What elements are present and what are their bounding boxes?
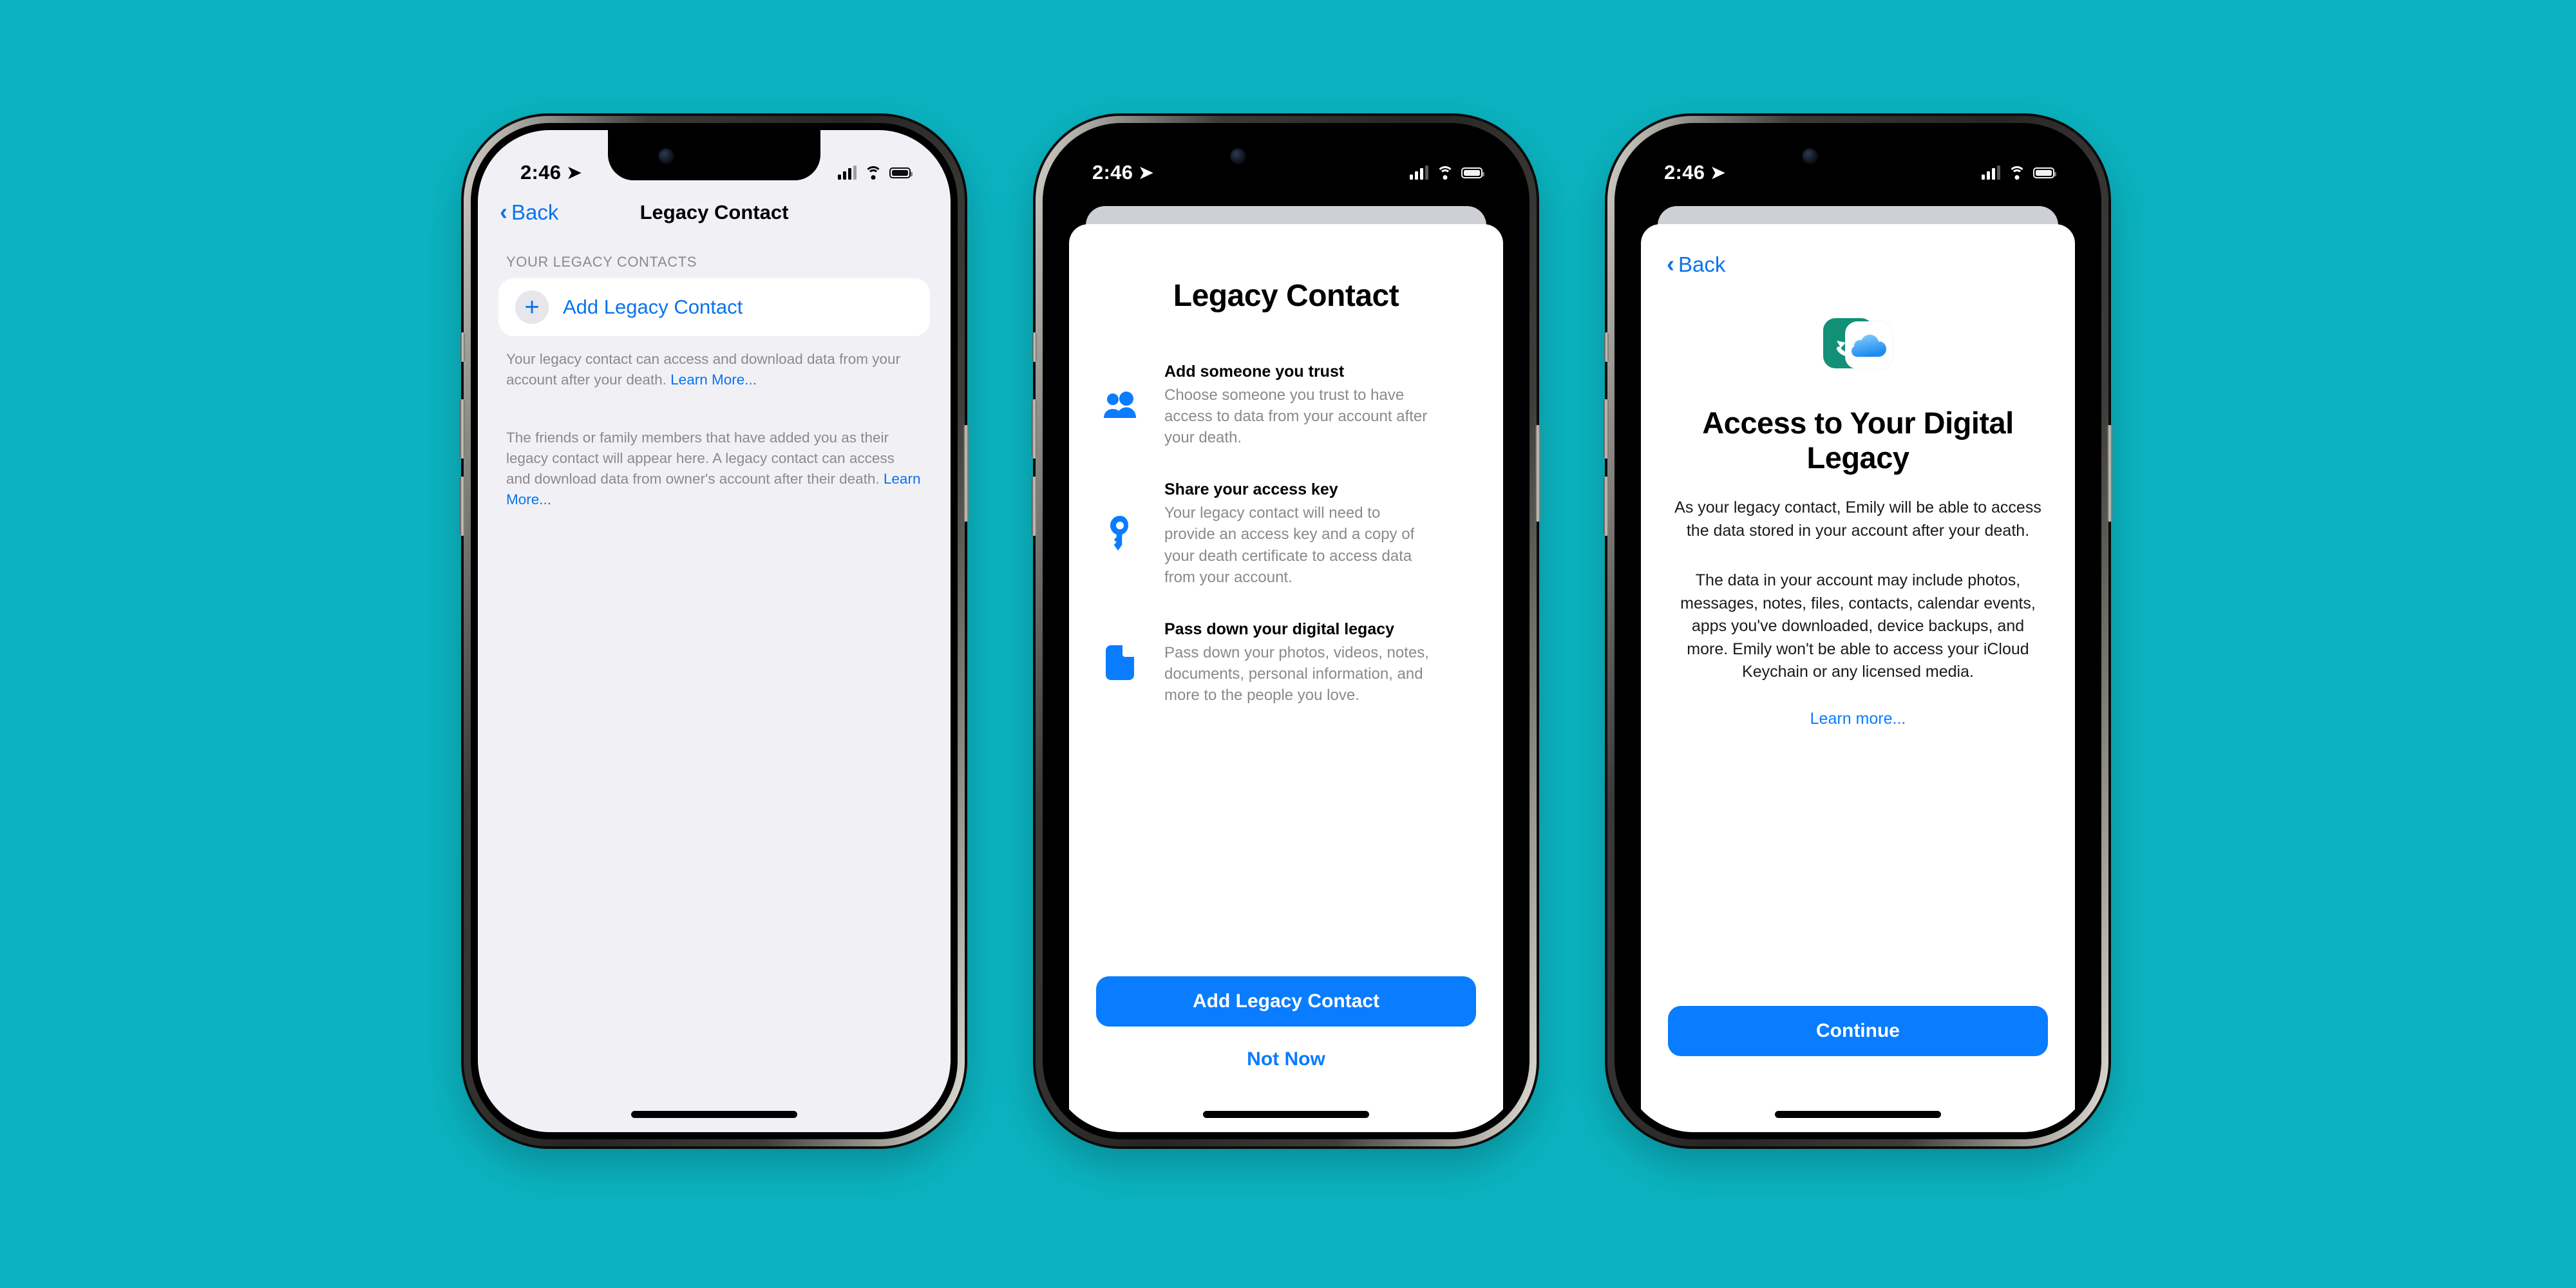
add-legacy-contact-row[interactable]: + Add Legacy Contact: [498, 278, 930, 336]
footnote-2-text: The friends or family members that have …: [506, 429, 895, 487]
cellular-signal-icon: [838, 166, 857, 180]
feature-heading-3: Pass down your digital legacy: [1164, 620, 1395, 638]
location-arrow-icon: ➤: [567, 162, 582, 182]
status-time-value-3: 2:46: [1664, 161, 1705, 184]
list-item: Add someone you trust Choose someone you…: [1096, 363, 1495, 448]
volume-down-button[interactable]: [460, 477, 465, 536]
wifi-icon-2: [1436, 166, 1454, 180]
list-item: Pass down your digital legacy Pass down …: [1096, 620, 1495, 706]
feature-body-3: Pass down your photos, videos, notes, do…: [1164, 643, 1429, 704]
location-arrow-icon-2: ➤: [1139, 162, 1154, 182]
footnote-1: Your legacy contact can access and downl…: [478, 336, 951, 390]
add-legacy-contact-button[interactable]: Add Legacy Contact: [1096, 976, 1476, 1027]
key-icon: [1096, 515, 1144, 553]
sheet-actions-2: Add Legacy Contact Not Now: [1069, 976, 1503, 1070]
section-header-legacy-contacts: YOUR LEGACY CONTACTS: [506, 254, 697, 270]
phone-device-1: 2:46 ➤ ‹ Back Legacy Contact YOUR LEGACY…: [460, 116, 969, 1146]
back-button-label-3: Back: [1678, 252, 1726, 276]
notch: [608, 130, 820, 180]
phone-bezel-2: 2:46 ➤ Legacy Contact Add someone you tr…: [1043, 123, 1530, 1139]
status-indicators: [838, 166, 913, 180]
battery-icon-2: [1461, 167, 1484, 178]
volume-up-button[interactable]: [460, 399, 465, 459]
silent-switch[interactable]: [460, 332, 465, 362]
wifi-icon: [864, 166, 882, 180]
continue-button[interactable]: Continue: [1668, 1006, 2048, 1056]
add-legacy-contact-label: Add Legacy Contact: [563, 296, 743, 318]
document-icon: [1096, 645, 1144, 681]
home-indicator-2[interactable]: [1203, 1111, 1369, 1118]
volume-down-button-2[interactable]: [1032, 477, 1037, 536]
learn-more-link-3[interactable]: Learn more...: [1641, 710, 2075, 728]
feature-heading-2: Share your access key: [1164, 480, 1338, 499]
chevron-left-icon-3: ‹: [1667, 250, 1674, 277]
silent-switch-2[interactable]: [1032, 332, 1037, 362]
status-time: 2:46 ➤: [520, 161, 582, 184]
power-button-2[interactable]: [1535, 425, 1540, 522]
notch-3: [1752, 130, 1964, 180]
notch-2: [1180, 130, 1392, 180]
feature-body-1: Choose someone you trust to have access …: [1164, 386, 1428, 447]
plus-icon: +: [515, 290, 549, 324]
volume-down-button-3[interactable]: [1604, 477, 1609, 536]
modal-sheet-2: Legacy Contact Add someone you trust Cho…: [1069, 224, 1503, 1132]
status-time-value: 2:46: [520, 161, 562, 184]
home-indicator-1[interactable]: [631, 1111, 797, 1118]
feature-heading-1: Add someone you trust: [1164, 363, 1345, 381]
home-indicator-3[interactable]: [1775, 1111, 1941, 1118]
chevron-left-icon: ‹: [500, 198, 507, 225]
status-time-value-2: 2:46: [1092, 161, 1133, 184]
status-indicators-2: [1410, 166, 1484, 180]
cellular-signal-icon-3: [1982, 166, 2000, 180]
people-icon: [1096, 391, 1144, 420]
settings-content-1: YOUR LEGACY CONTACTS + Add Legacy Contac…: [478, 232, 951, 510]
paragraph-1: As your legacy contact, Emily will be ab…: [1674, 498, 2041, 540]
phone-screen-1: 2:46 ➤ ‹ Back Legacy Contact YOUR LEGACY…: [478, 130, 951, 1132]
phone-screen-2: 2:46 ➤ Legacy Contact Add someone you tr…: [1050, 130, 1522, 1132]
back-button-1[interactable]: ‹ Back: [500, 200, 558, 225]
power-button-3[interactable]: [2107, 425, 2112, 522]
modal-sheet-3: ‹ Back Access to Your Digital Legacy As …: [1641, 224, 2075, 1132]
phone-bezel-1: 2:46 ➤ ‹ Back Legacy Contact YOUR LEGACY…: [471, 123, 958, 1139]
power-button[interactable]: [963, 425, 969, 522]
feature-text-2: Share your access key Your legacy contac…: [1164, 480, 1435, 587]
cellular-signal-icon-2: [1410, 166, 1428, 180]
learn-more-link-1[interactable]: Learn More...: [670, 372, 757, 388]
feature-body-2: Your legacy contact will need to provide…: [1164, 504, 1415, 586]
navigation-bar-1: ‹ Back Legacy Contact: [478, 193, 951, 232]
wifi-icon-3: [2008, 166, 2025, 180]
feature-text-3: Pass down your digital legacy Pass down …: [1164, 620, 1435, 706]
back-button-label: Back: [511, 200, 559, 224]
volume-up-button-2[interactable]: [1032, 399, 1037, 459]
status-time-3: 2:46 ➤: [1664, 161, 1725, 184]
phone-device-3: 2:46 ➤ ‹ Back Access to Your Digital Leg…: [1604, 116, 2112, 1146]
front-camera-icon-3: [1802, 148, 1818, 164]
not-now-button[interactable]: Not Now: [1096, 1048, 1476, 1070]
sheet-title-2: Legacy Contact: [1173, 279, 1399, 313]
front-camera-icon-2: [1230, 148, 1246, 164]
navigation-bar-3: ‹ Back: [1641, 224, 2075, 277]
icloud-restore-icon: [1823, 318, 1893, 377]
phone-device-2: 2:46 ➤ Legacy Contact Add someone you tr…: [1032, 116, 1540, 1146]
footnote-2: The friends or family members that have …: [478, 390, 951, 510]
feature-list: Add someone you trust Choose someone you…: [1069, 363, 1503, 706]
volume-up-button-3[interactable]: [1604, 399, 1609, 459]
paragraph-2: The data in your account may include pho…: [1680, 571, 2036, 681]
front-camera-icon: [658, 148, 674, 164]
page-title-3: Access to Your Digital Legacy: [1702, 406, 2014, 475]
silent-switch-3[interactable]: [1604, 332, 1609, 362]
icloud-icon: [1845, 321, 1893, 369]
list-item: Share your access key Your legacy contac…: [1096, 480, 1495, 587]
back-button-3[interactable]: ‹ Back: [1667, 252, 2075, 277]
status-indicators-3: [1982, 166, 2056, 180]
phone-bezel-3: 2:46 ➤ ‹ Back Access to Your Digital Leg…: [1615, 123, 2101, 1139]
feature-text-1: Add someone you trust Choose someone you…: [1164, 363, 1435, 448]
status-time-2: 2:46 ➤: [1092, 161, 1153, 184]
phone-screen-3: 2:46 ➤ ‹ Back Access to Your Digital Leg…: [1622, 130, 2094, 1132]
battery-icon-3: [2033, 167, 2056, 178]
battery-icon: [889, 167, 913, 178]
location-arrow-icon-3: ➤: [1710, 162, 1726, 182]
sheet-actions-3: Continue: [1641, 1006, 2075, 1056]
